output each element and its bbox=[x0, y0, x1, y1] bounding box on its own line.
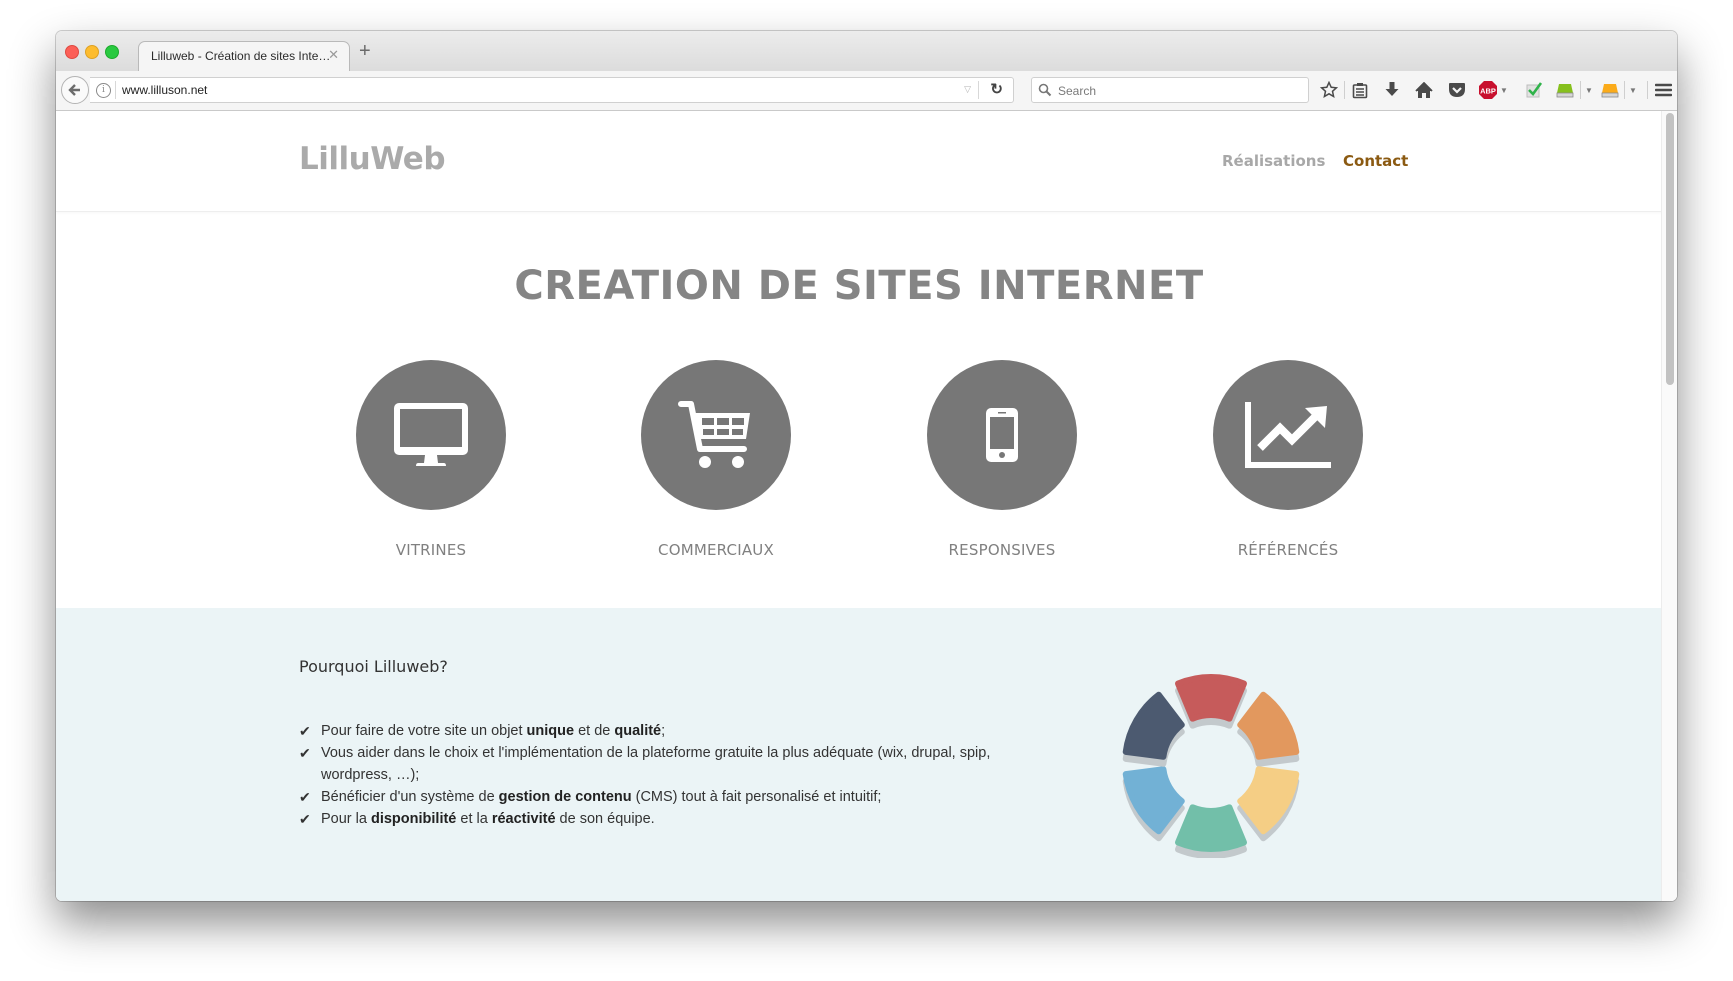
feature-icon-circle bbox=[356, 360, 506, 510]
list-text: de son équipe. bbox=[555, 811, 655, 827]
feature-references: RÉFÉRENCÉS bbox=[1168, 360, 1408, 559]
emphasis-text: réactivité bbox=[491, 811, 556, 827]
nav-contact[interactable]: Contact bbox=[1343, 152, 1408, 170]
checkmark-icon: ✔ bbox=[299, 811, 311, 827]
site-header: LilluWeb Réalisations Contact bbox=[56, 111, 1662, 212]
why-list-item: ✔ Bénéficier d'un système de gestion de c… bbox=[299, 786, 1039, 808]
page-viewport: LilluWeb Réalisations Contact CREATION D… bbox=[56, 111, 1677, 901]
url-text[interactable]: www.lilluson.net bbox=[122, 83, 207, 97]
download-icon[interactable] bbox=[1380, 79, 1404, 101]
navigation-toolbar: i www.lilluson.net ▽ ↻ ABP ▼ bbox=[56, 71, 1677, 111]
shopping-cart-icon bbox=[678, 401, 750, 468]
site-info-icon[interactable]: i bbox=[96, 83, 111, 98]
feature-vitrines: VITRINES bbox=[311, 360, 551, 559]
bookmark-star-icon[interactable] bbox=[1317, 79, 1341, 101]
back-button[interactable] bbox=[61, 76, 89, 104]
why-list-item: ✔ Pour la disponibilité et la réactivité … bbox=[299, 808, 1039, 830]
search-box[interactable] bbox=[1031, 77, 1309, 104]
toolbar-separator bbox=[1344, 81, 1345, 99]
adblock-plus-icon: ABP bbox=[1479, 81, 1498, 99]
checkmark-icon: ✔ bbox=[299, 789, 311, 805]
feature-label: VITRINES bbox=[395, 541, 467, 559]
list-text: et de bbox=[574, 723, 615, 739]
ring-segment-green bbox=[1175, 804, 1247, 852]
why-list-item: ✔ Pour faire de votre site un objet uniqu… bbox=[299, 720, 1039, 742]
why-list: ✔ Pour faire de votre site un objet uniqu… bbox=[299, 720, 1039, 830]
vertical-scrollbar[interactable] bbox=[1661, 111, 1677, 901]
page-title: CREATION DE SITES INTERNET bbox=[514, 263, 1204, 309]
window-minimize-button[interactable] bbox=[85, 45, 99, 59]
why-section: Pourquoi Lilluweb? ✔ Pour faire de votre … bbox=[56, 608, 1662, 901]
feature-label: RÉFÉRENCÉS bbox=[1237, 541, 1339, 559]
feature-label: RESPONSIVES bbox=[948, 541, 1056, 559]
url-history-dropdown-icon[interactable]: ▽ bbox=[964, 84, 971, 95]
emphasis-text: qualité bbox=[614, 723, 662, 739]
back-arrow-icon bbox=[68, 84, 80, 96]
checkmark-extension-icon[interactable] bbox=[1522, 79, 1546, 101]
adblock-plus-button[interactable]: ABP ▼ bbox=[1476, 79, 1510, 101]
why-title: Pourquoi Lilluweb? bbox=[299, 657, 448, 676]
emphasis-text: disponibilité bbox=[370, 811, 457, 827]
ring-segment-orange bbox=[1237, 691, 1300, 760]
feature-commerciaux: COMMERCIAUX bbox=[596, 360, 836, 559]
reload-icon[interactable]: ↻ bbox=[990, 80, 1003, 98]
scrollbar-thumb[interactable] bbox=[1666, 113, 1674, 385]
emphasis-text: gestion de contenu bbox=[498, 789, 632, 805]
tab-title: Lilluweb - Création de sites Inte… bbox=[151, 49, 331, 63]
why-list-item: ✔ Vous aider dans le choix et l'implément… bbox=[299, 742, 1039, 786]
list-text: Pour la bbox=[321, 811, 371, 827]
url-bar[interactable]: i www.lilluson.net ▽ ↻ bbox=[90, 77, 1014, 103]
nav-realisations[interactable]: Réalisations bbox=[1222, 152, 1325, 170]
ring-segment-red bbox=[1175, 674, 1247, 722]
green-drive-dropdown-icon[interactable]: ▼ bbox=[1583, 79, 1595, 101]
window-maximize-button[interactable] bbox=[105, 45, 119, 59]
checkmark-icon: ✔ bbox=[299, 723, 311, 739]
toolbar-separator bbox=[1647, 81, 1648, 99]
toolbar-separator bbox=[1580, 81, 1581, 99]
feature-label: COMMERCIAUX bbox=[658, 541, 774, 559]
pocket-icon[interactable] bbox=[1445, 79, 1469, 101]
green-drive-icon[interactable] bbox=[1553, 79, 1577, 101]
orange-drive-icon[interactable] bbox=[1598, 79, 1622, 101]
toolbar-separator bbox=[1624, 81, 1625, 99]
color-ring-graphic bbox=[1122, 674, 1300, 858]
url-separator bbox=[115, 81, 116, 99]
reading-list-icon[interactable] bbox=[1348, 79, 1372, 101]
desktop-monitor-icon bbox=[394, 403, 468, 466]
feature-responsives: RESPONSIVES bbox=[882, 360, 1122, 559]
search-input[interactable] bbox=[1056, 78, 1305, 104]
list-text: Pour faire de votre site un objet bbox=[321, 723, 527, 739]
browser-tab[interactable]: Lilluweb - Création de sites Inte… ✕ bbox=[138, 41, 350, 72]
home-icon[interactable] bbox=[1412, 79, 1436, 101]
feature-icon-circle bbox=[927, 360, 1077, 510]
window-close-button[interactable] bbox=[65, 45, 79, 59]
feature-icon-circle bbox=[1213, 360, 1363, 510]
list-text: (CMS) tout à fait personalisé et intuiti… bbox=[631, 789, 882, 805]
svg-text:ABP: ABP bbox=[1480, 87, 1496, 96]
list-text: et la bbox=[456, 811, 492, 827]
ring-segment-navy bbox=[1122, 691, 1185, 760]
feature-icon-circle bbox=[641, 360, 791, 510]
tab-close-icon[interactable]: ✕ bbox=[328, 47, 339, 63]
browser-window: Lilluweb - Création de sites Inte… ✕ + i… bbox=[56, 31, 1677, 901]
adblock-dropdown-icon[interactable]: ▼ bbox=[1500, 86, 1508, 95]
mobile-phone-icon bbox=[986, 408, 1018, 462]
url-separator bbox=[978, 81, 979, 99]
list-text: Vous aider dans le choix et l'implémenta… bbox=[321, 745, 991, 783]
list-text: ; bbox=[661, 723, 666, 739]
search-icon bbox=[1038, 83, 1052, 97]
site-logo[interactable]: LilluWeb bbox=[299, 141, 446, 177]
tab-bar: Lilluweb - Création de sites Inte… ✕ + bbox=[56, 31, 1677, 72]
list-text: Bénéficier d'un système de bbox=[321, 789, 499, 805]
orange-drive-dropdown-icon[interactable]: ▼ bbox=[1627, 79, 1639, 101]
new-tab-button[interactable]: + bbox=[359, 40, 371, 63]
trending-chart-icon bbox=[1245, 402, 1331, 468]
emphasis-text: unique bbox=[526, 723, 575, 739]
checkmark-icon: ✔ bbox=[299, 745, 311, 761]
hamburger-menu-icon[interactable] bbox=[1652, 79, 1674, 101]
